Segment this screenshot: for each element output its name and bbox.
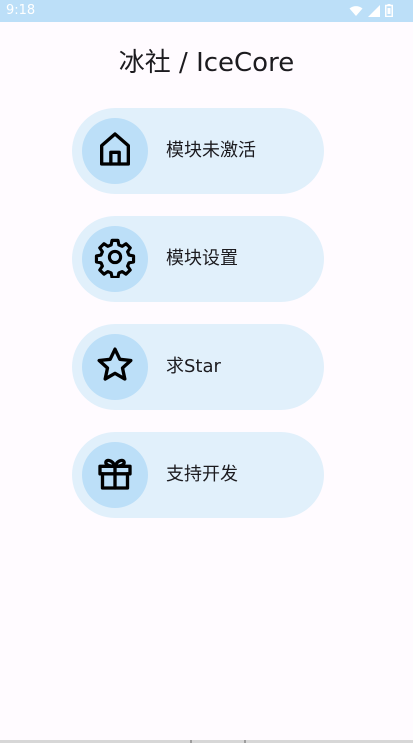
- menu-item-label: 模块设置: [166, 248, 238, 269]
- signal-icon: [368, 4, 380, 17]
- menu-item-label: 支持开发: [166, 464, 238, 485]
- support-development-button[interactable]: 支持开发: [72, 432, 324, 518]
- icon-circle: [82, 118, 148, 184]
- icon-circle: [82, 334, 148, 400]
- menu-item-label: 模块未激活: [166, 140, 256, 161]
- star-icon: [95, 345, 135, 389]
- module-settings-button[interactable]: 模块设置: [72, 216, 324, 302]
- icon-circle: [82, 226, 148, 292]
- star-repo-button[interactable]: 求Star: [72, 324, 324, 410]
- gift-icon: [95, 453, 135, 497]
- menu-item-label: 求Star: [166, 356, 221, 377]
- gear-icon: [94, 236, 136, 282]
- home-icon: [95, 129, 135, 173]
- status-time: 9:18: [6, 3, 36, 18]
- icon-circle: [82, 442, 148, 508]
- battery-icon: [385, 4, 393, 17]
- status-bar: 9:18: [0, 0, 413, 22]
- page-title: 冰社 / IceCore: [118, 48, 295, 78]
- status-icons: [349, 4, 393, 17]
- module-status-button[interactable]: 模块未激活: [72, 108, 324, 194]
- wifi-icon: [349, 5, 363, 17]
